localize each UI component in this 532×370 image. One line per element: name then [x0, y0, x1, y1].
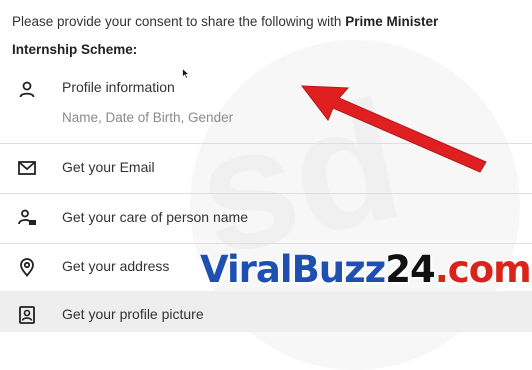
intro-scheme-name-part2: Internship Scheme:	[12, 42, 138, 57]
address-label: Get your address	[62, 258, 170, 274]
profile-information-label: Profile information	[62, 79, 175, 95]
viralbuzz24-watermark: ViralBuzz24.com	[200, 248, 532, 291]
watermark-24: 24	[385, 248, 435, 291]
mouse-cursor-icon	[182, 66, 191, 84]
intro-scheme-name-part1: Prime Minister	[345, 14, 439, 29]
person-icon	[17, 80, 37, 100]
profile-information-sublabel: Name, Date of Birth, Gender	[62, 110, 234, 125]
consent-intro: Please provide your consent to share the…	[12, 8, 517, 64]
consent-item-care-of-person[interactable]: Get your care of person name	[0, 194, 532, 242]
consent-item-profile-picture[interactable]: Get your profile picture	[0, 291, 532, 332]
care-of-person-icon	[17, 208, 37, 228]
red-arrow-annotation-icon	[290, 78, 490, 183]
intro-text: Please provide your consent to share the…	[12, 14, 346, 29]
email-label: Get your Email	[62, 159, 155, 175]
email-icon	[17, 158, 37, 178]
watermark-viral: Viral	[200, 248, 293, 291]
location-pin-icon	[17, 257, 37, 277]
watermark-buzz: Buzz	[291, 248, 387, 291]
profile-picture-label: Get your profile picture	[62, 306, 204, 322]
watermark-dotcom: .com	[434, 248, 532, 291]
care-of-person-label: Get your care of person name	[62, 209, 248, 225]
profile-picture-icon	[17, 305, 37, 325]
